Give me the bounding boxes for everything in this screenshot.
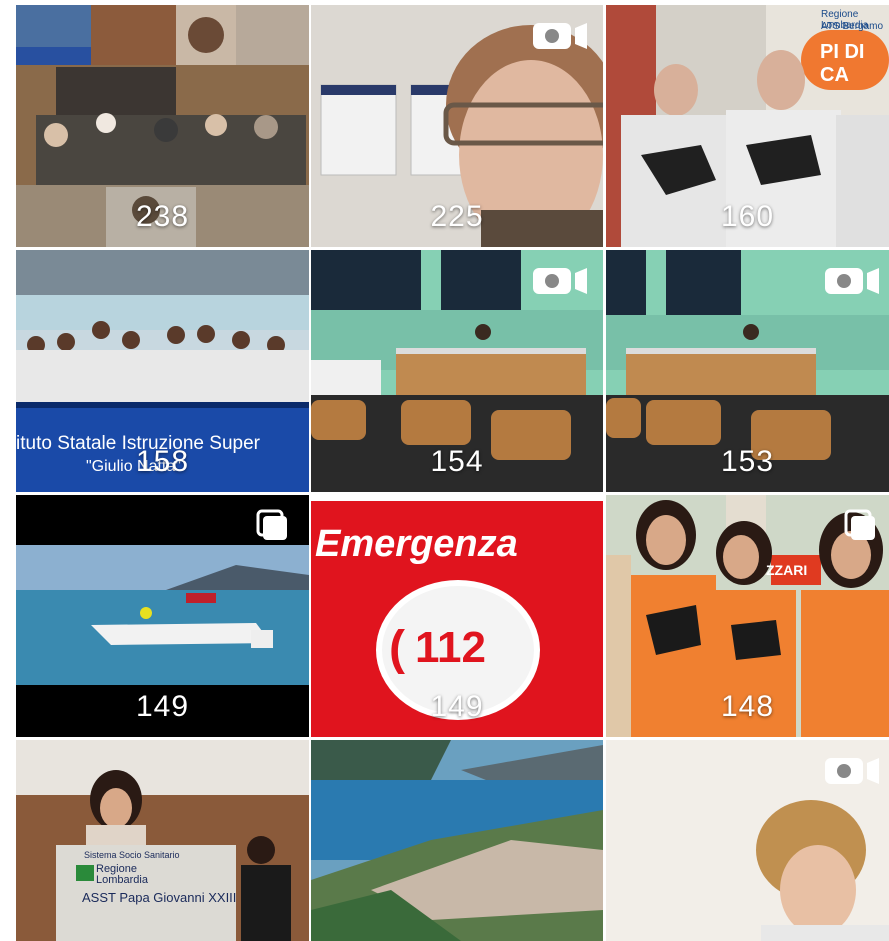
view-count: 238 [135,200,190,233]
video-icon [531,19,591,53]
podium-caption: Sistema Socio Sanitario [84,850,180,860]
sign-caption-secondary: ATS Bergamo [821,21,884,32]
post-tile[interactable]: ZZARI 148 [606,495,889,737]
banner-text: PI DI CA [820,41,865,86]
post-tile[interactable]: Regione Lombardia ATS Bergamo PI DI CA 1… [606,5,889,247]
view-count: 160 [720,200,775,233]
view-count: 148 [720,690,775,723]
post-tile[interactable]: Emergenza 112 ( 149 [311,495,603,737]
view-count: 149 [430,690,484,723]
post-thumbnail [16,740,309,941]
multiple-photos-icon [842,507,878,541]
post-tile[interactable] [311,740,603,941]
photo-grid: 238 225 Regione Lombardia ATS Bergamo PI… [0,0,889,941]
view-count: 153 [720,445,775,478]
view-count: 158 [135,445,190,478]
view-count: 154 [430,445,484,478]
phone-icon: ( [389,622,405,675]
post-tile[interactable]: ituto Statale Istruzione Super "Giulio N… [16,250,309,492]
post-tile[interactable]: 149 [16,495,309,737]
view-count: 149 [135,690,190,723]
post-tile[interactable] [606,740,889,941]
post-tile[interactable]: 225 [311,5,603,247]
post-tile[interactable]: 153 [606,250,889,492]
post-tile[interactable]: Sistema Socio Sanitario Regione Lombardi… [16,740,309,941]
multiple-photos-icon [254,507,290,541]
video-icon [823,264,883,298]
emergency-number: 112 [415,623,486,672]
post-tile[interactable]: 154 [311,250,603,492]
view-count: 225 [430,200,484,233]
podium-caption-asst: ASST Papa Giovanni XXIII [82,890,237,905]
post-thumbnail [311,740,603,941]
podium-caption-region: Regione Lombardia [96,863,148,886]
background-sign-text: ZZARI [766,562,808,578]
video-icon [531,264,591,298]
post-tile[interactable]: 238 [16,5,309,247]
emergency-title: Emergenza [315,523,518,565]
video-icon [823,754,883,788]
